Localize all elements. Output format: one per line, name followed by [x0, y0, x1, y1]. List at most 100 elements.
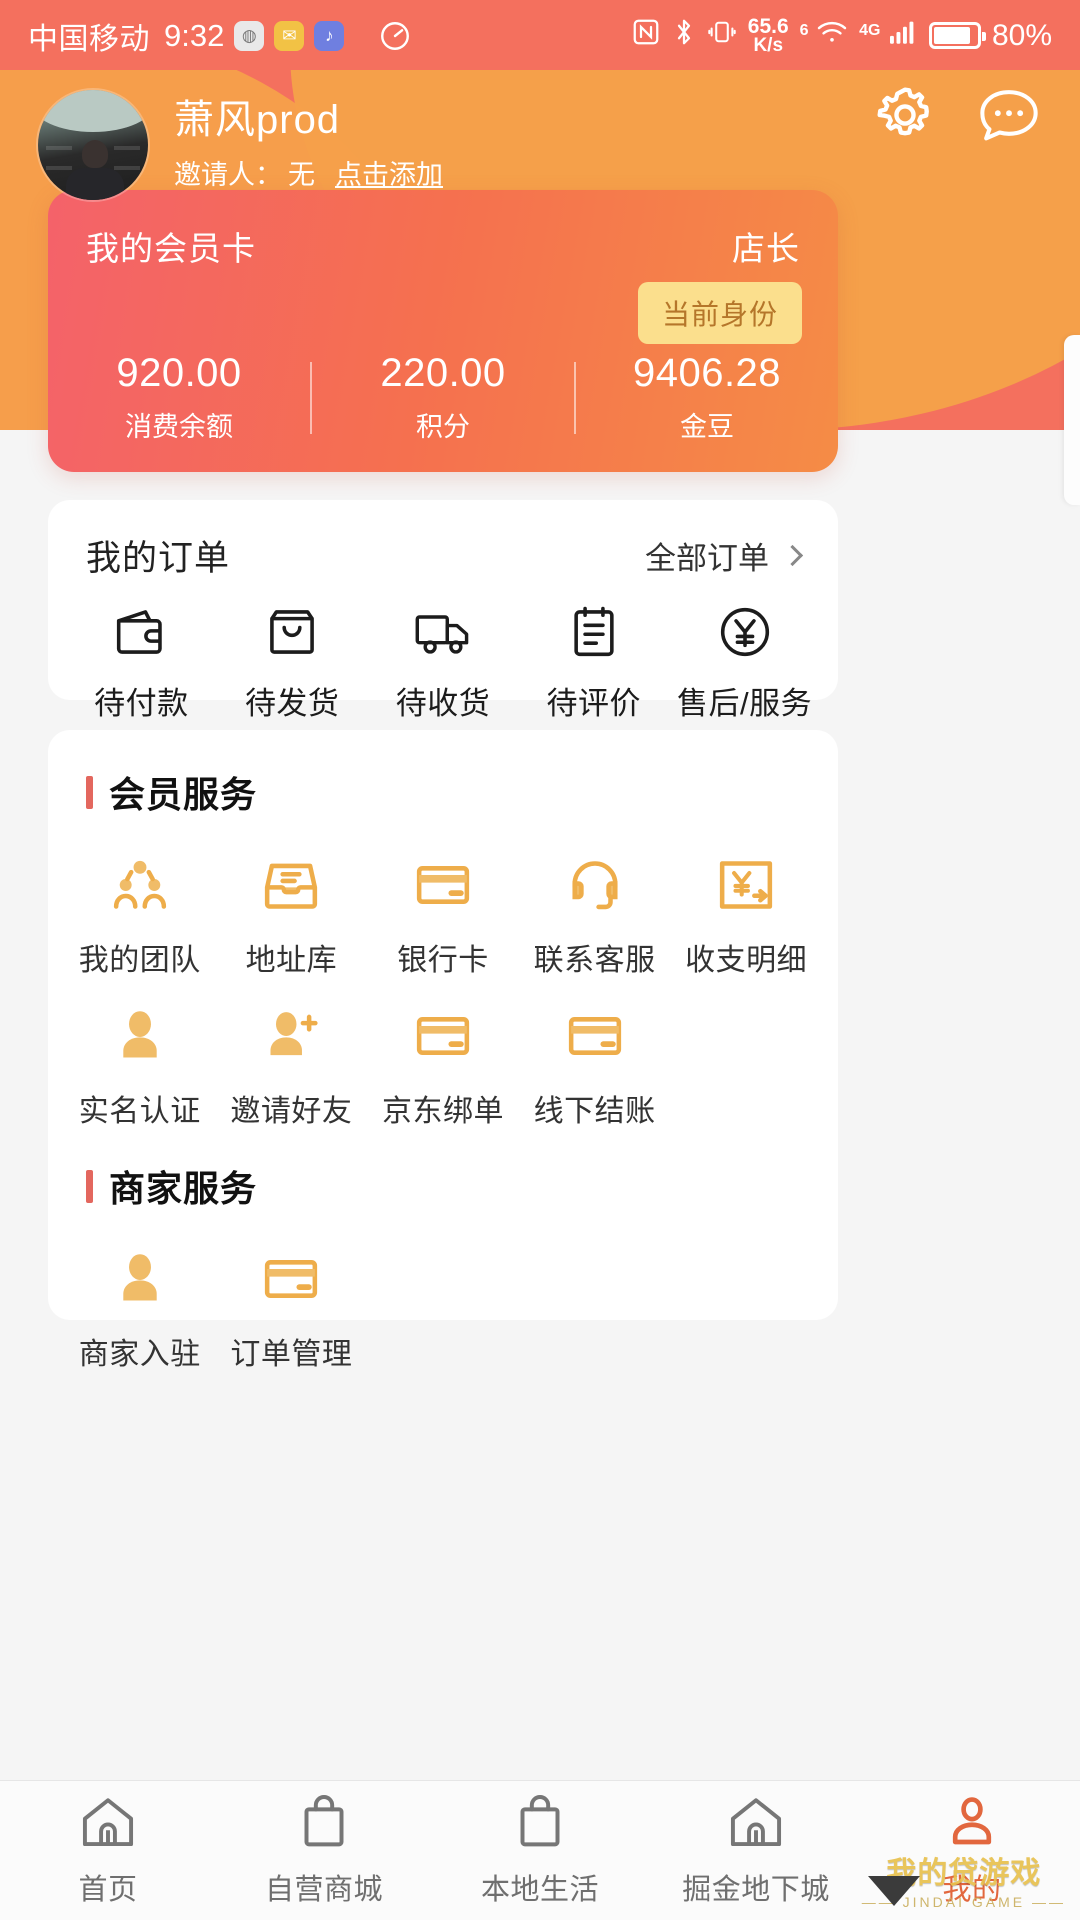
vibrate-icon [707, 17, 737, 54]
avatar-dome [38, 89, 148, 132]
inviter-value: 无 [288, 160, 315, 190]
bluetooth-icon [672, 17, 696, 54]
mail-icon: ✉ [274, 21, 305, 51]
member-stats-row: 920.00 消费余额 220.00 积分 9406.28 金豆 [48, 351, 838, 444]
avatar-shelf [114, 145, 140, 150]
merchant-services-title: 商家服务 [109, 1168, 258, 1209]
service-bank-card[interactable]: 银行卡 [367, 828, 519, 979]
stat-points[interactable]: 220.00 积分 [312, 351, 574, 444]
avatar[interactable] [38, 89, 148, 200]
order-status-label: 待发货 [244, 686, 340, 721]
clock-label: 9:32 [164, 18, 225, 53]
stat-value: 9406.28 [632, 351, 782, 395]
service-label: 实名认证 [78, 1095, 201, 1128]
header-actions [872, 82, 1042, 148]
service-invite-friends[interactable]: 邀请好友 [216, 979, 368, 1130]
section-accent-bar [86, 1169, 93, 1203]
tab-gold-dungeon[interactable]: 掘金地下城 [648, 1793, 864, 1908]
avatar-shelf [46, 165, 72, 170]
merchant-services-grid: 商家入驻 订单管理 [48, 1212, 838, 1373]
nfc-icon [631, 17, 661, 54]
wifi-generation-label: 6 [799, 22, 809, 40]
address-tray-icon [260, 854, 322, 921]
stat-value: 220.00 [380, 351, 506, 395]
home-icon [726, 1793, 786, 1854]
watermark-chevron-icon [867, 1876, 920, 1906]
tab-self-operated-mall[interactable]: 自营商城 [216, 1793, 432, 1908]
merchant-service-order-management[interactable]: 订单管理 [216, 1222, 368, 1373]
current-identity-badge[interactable]: 当前身份 [637, 282, 802, 344]
inviter-row: 邀请人： 无 点击添加 [174, 153, 443, 192]
chevron-right-icon [781, 544, 804, 567]
avatar-person-head [82, 139, 108, 168]
speedometer-icon [378, 19, 412, 53]
service-label: 收支明细 [685, 944, 808, 977]
add-inviter-link[interactable]: 点击添加 [335, 153, 443, 192]
order-status-label: 售后/服务 [677, 686, 813, 721]
stat-label: 积分 [416, 412, 470, 442]
order-status-pending-review[interactable]: 待评价 [518, 603, 669, 723]
service-real-name-verification[interactable]: 实名认证 [64, 979, 216, 1130]
orders-header: 我的订单 全部订单 [48, 500, 838, 581]
network-speed-indicator: 65.6 K/s [748, 16, 789, 55]
stat-value: 920.00 [116, 351, 242, 395]
headset-icon [564, 854, 626, 921]
stat-goldbeans[interactable]: 9406.28 金豆 [576, 351, 838, 444]
person-icon [109, 1248, 171, 1315]
watermark: 我的贷游戏 —— JINDAI GAME —— [862, 1848, 1066, 1910]
network-generation-label: 4G [859, 22, 881, 40]
order-status-after-sales[interactable]: 售后/服务 [669, 603, 820, 723]
gear-icon[interactable] [872, 82, 938, 148]
stat-label: 消费余额 [125, 412, 233, 442]
services-panel: 会员服务 我的团队 地址库 银行卡 联系客服 收支明细 实名认证 邀请好友 京东… [48, 730, 838, 1371]
service-label: 银行卡 [397, 944, 489, 977]
app-screen: 中国移动 9:32 ◍ ✉ ♪ 65.6 K/s 6 4G 80% 萧风prod… [0, 0, 1080, 1920]
stat-label: 金豆 [680, 412, 734, 442]
shopping-bag-icon [263, 603, 321, 666]
truck-icon [413, 603, 473, 666]
member-services-heading: 会员服务 [48, 730, 838, 818]
wechat-icon: ◍ [234, 21, 265, 51]
service-transaction-details[interactable]: 收支明细 [670, 828, 822, 979]
person-icon [109, 1005, 171, 1072]
yuan-arrow-icon [715, 854, 777, 921]
service-address-book[interactable]: 地址库 [216, 828, 368, 979]
orders-title: 我的订单 [86, 539, 231, 578]
scrollbar[interactable] [1064, 335, 1080, 505]
tab-label: 本地生活 [480, 1874, 599, 1906]
order-status-label: 待付款 [94, 686, 189, 721]
member-card[interactable]: 我的会员卡 店长 当前身份 920.00 消费余额 220.00 积分 9406… [48, 190, 838, 472]
stat-balance[interactable]: 920.00 消费余额 [48, 351, 310, 444]
chat-bubble-icon[interactable] [976, 82, 1042, 148]
tab-label: 掘金地下城 [682, 1874, 830, 1906]
service-my-team[interactable]: 我的团队 [64, 828, 216, 979]
service-offline-checkout[interactable]: 线下结账 [519, 979, 671, 1130]
order-status-pending-payment[interactable]: 待付款 [66, 603, 217, 723]
card-icon [564, 1005, 626, 1072]
battery-percent-label: 80% [991, 18, 1052, 52]
service-label: 我的团队 [78, 944, 201, 977]
profile-info: 萧风prod 邀请人： 无 点击添加 [174, 97, 443, 192]
tab-label: 自营商城 [264, 1874, 383, 1906]
merchant-service-join[interactable]: 商家入驻 [64, 1222, 216, 1373]
status-bar-right: 65.6 K/s 6 4G 80% [631, 16, 1052, 55]
card-icon [260, 1248, 322, 1315]
merchant-services-heading: 商家服务 [48, 1130, 838, 1212]
member-card-title: 我的会员卡 [86, 230, 256, 267]
service-label: 联系客服 [533, 944, 656, 977]
wallet-icon [112, 603, 170, 666]
order-status-pending-shipment[interactable]: 待发货 [217, 603, 368, 723]
order-status-label: 待评价 [546, 686, 642, 721]
order-status-pending-receipt[interactable]: 待收货 [368, 603, 519, 723]
status-bar: 中国移动 9:32 ◍ ✉ ♪ 65.6 K/s 6 4G 80% [0, 0, 1080, 72]
all-orders-button[interactable]: 全部订单 [645, 533, 804, 578]
service-jd-order-binding[interactable]: 京东绑单 [367, 979, 519, 1130]
service-contact-support[interactable]: 联系客服 [519, 828, 671, 979]
tab-home[interactable]: 首页 [0, 1793, 216, 1908]
merchant-service-label: 商家入驻 [78, 1338, 201, 1371]
person-icon [944, 1793, 1000, 1854]
shopping-bag-icon [296, 1793, 352, 1854]
wifi-icon: 6 [800, 19, 848, 52]
tab-local-life[interactable]: 本地生活 [432, 1793, 648, 1908]
yuan-circle-icon [716, 603, 774, 666]
